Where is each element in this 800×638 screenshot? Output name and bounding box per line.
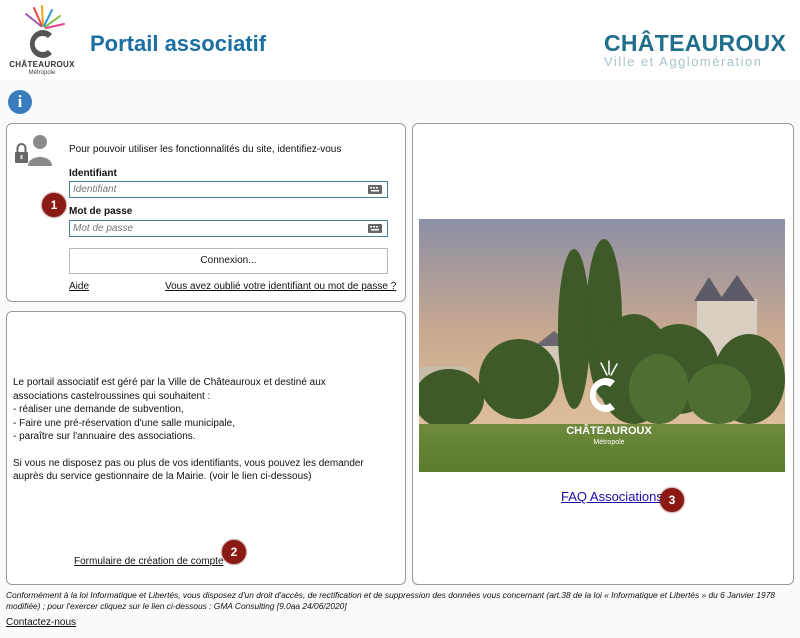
identifier-input[interactable]	[69, 181, 388, 198]
brand-name: CHÂTEAUROUX	[604, 30, 787, 56]
description-line: associations castelroussines qui souhait…	[13, 390, 211, 402]
step-badge-2: 2	[222, 540, 246, 564]
keyboard-icon[interactable]	[368, 223, 382, 234]
identifier-label: Identifiant	[69, 168, 117, 179]
lock-user-icon	[15, 135, 52, 166]
password-label: Mot de passe	[69, 206, 133, 217]
brand-subtitle: Ville et Agglomération	[604, 54, 763, 69]
description-line: Le portail associatif est géré par la Vi…	[13, 377, 326, 388]
legal-notice: Conformément à la loi Informatique et Li…	[6, 590, 776, 611]
step-badge-1: 1	[42, 193, 66, 217]
description-line: auprès du service gestionnaire de la Mai…	[13, 471, 312, 482]
login-intro-text: Pour pouvoir utiliser les fonctionnalité…	[69, 144, 342, 155]
description-line: - paraître sur l'annuaire des associatio…	[13, 431, 196, 442]
info-icon[interactable]: i	[8, 90, 32, 114]
forgot-credentials-link[interactable]: Vous avez oublié votre identifiant ou mo…	[165, 281, 396, 292]
description-text: Le portail associatif est géré par la Vi…	[13, 376, 393, 484]
faq-associations-link[interactable]: FAQ Associations	[561, 489, 663, 504]
chateauroux-photo: CHÂTEAUROUX Métropole	[419, 219, 785, 472]
photo-logo-text: CHÂTEAUROUX	[566, 424, 652, 437]
connect-button[interactable]: Connexion...	[69, 248, 388, 274]
help-link[interactable]: Aide	[69, 281, 89, 292]
contact-link[interactable]: Contactez-nous	[6, 617, 76, 628]
logo-text: CHÂTEAUROUX	[9, 60, 75, 69]
photo-logo-subtitle: Métropole	[593, 439, 624, 446]
keyboard-icon[interactable]	[368, 184, 382, 195]
account-creation-form-link[interactable]: Formulaire de création de compte	[74, 556, 224, 567]
password-input[interactable]	[69, 220, 388, 237]
description-line: Si vous ne disposez pas ou plus de vos i…	[13, 457, 364, 469]
description-line: - réaliser une demande de subvention,	[13, 404, 184, 415]
description-line: - Faire une pré-réservation d'une salle …	[13, 417, 236, 429]
page-title: Portail associatif	[90, 31, 267, 56]
step-badge-3: 3	[660, 488, 684, 512]
logo-subtitle: Métropole	[28, 70, 56, 76]
